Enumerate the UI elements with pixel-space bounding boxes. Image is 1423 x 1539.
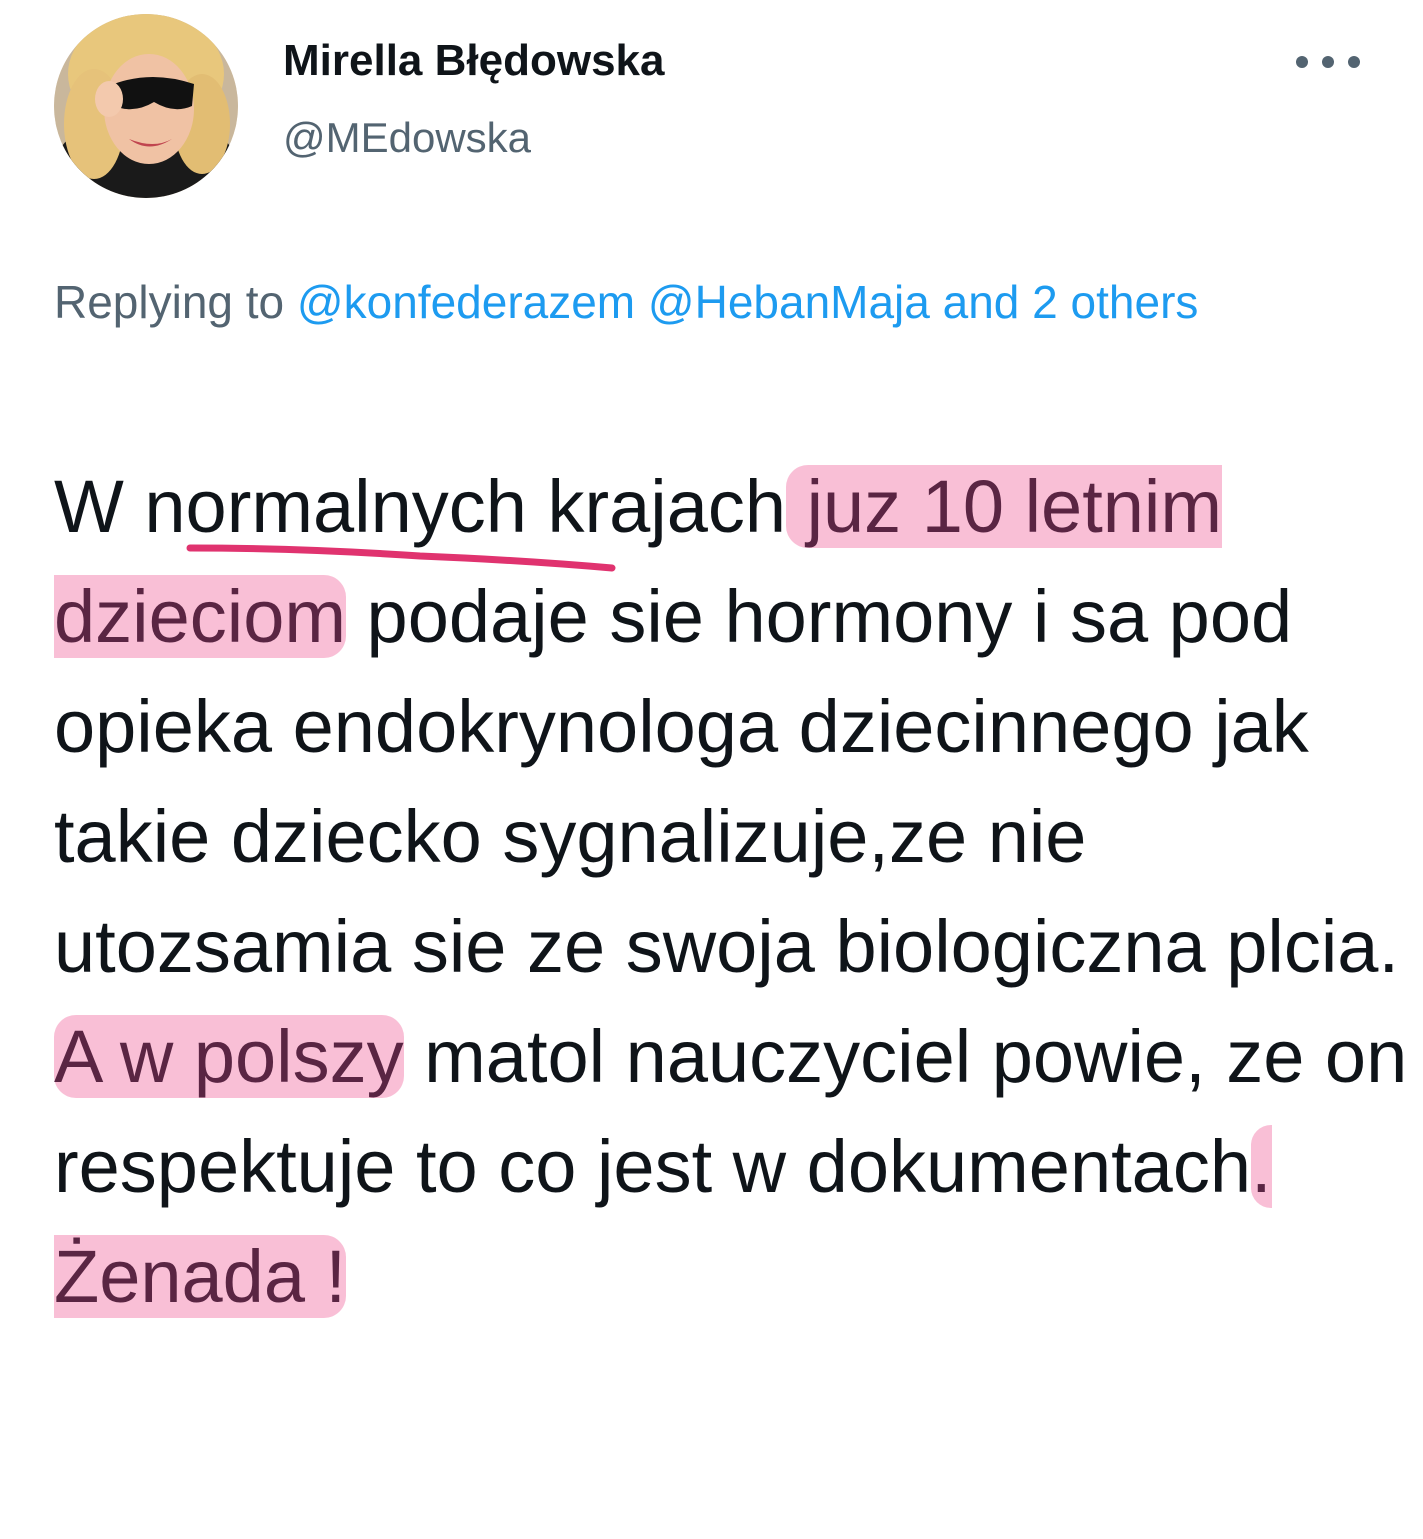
more-horizontal-icon xyxy=(1322,56,1334,68)
replying-to-line: Replying to @konfederazem @HebanMaja and… xyxy=(54,265,1354,339)
replying-to-label: Replying to xyxy=(54,276,285,328)
more-horizontal-icon xyxy=(1296,56,1308,68)
more-options-button[interactable] xyxy=(1296,44,1360,80)
reply-others-link[interactable]: and 2 others xyxy=(943,276,1199,328)
tweet-segment: krajach xyxy=(526,465,787,548)
tweet-text: W normalnych krajach juz 10 letnim dziec… xyxy=(54,452,1414,1332)
tweet-segment-normalnych: normalnych xyxy=(144,465,527,548)
author-name[interactable]: Mirella Błędowska xyxy=(283,36,664,86)
more-horizontal-icon xyxy=(1348,56,1360,68)
highlight-marker: A w polszy xyxy=(54,1015,404,1098)
mention-hebanmaja[interactable]: @HebanMaja xyxy=(648,276,930,328)
avatar-photo xyxy=(54,14,238,198)
tweet-segment: W xyxy=(54,465,145,548)
author-handle[interactable]: @MEdowska xyxy=(283,114,531,162)
avatar[interactable] xyxy=(54,14,238,198)
mention-konfederazem[interactable]: @konfederazem xyxy=(297,276,635,328)
